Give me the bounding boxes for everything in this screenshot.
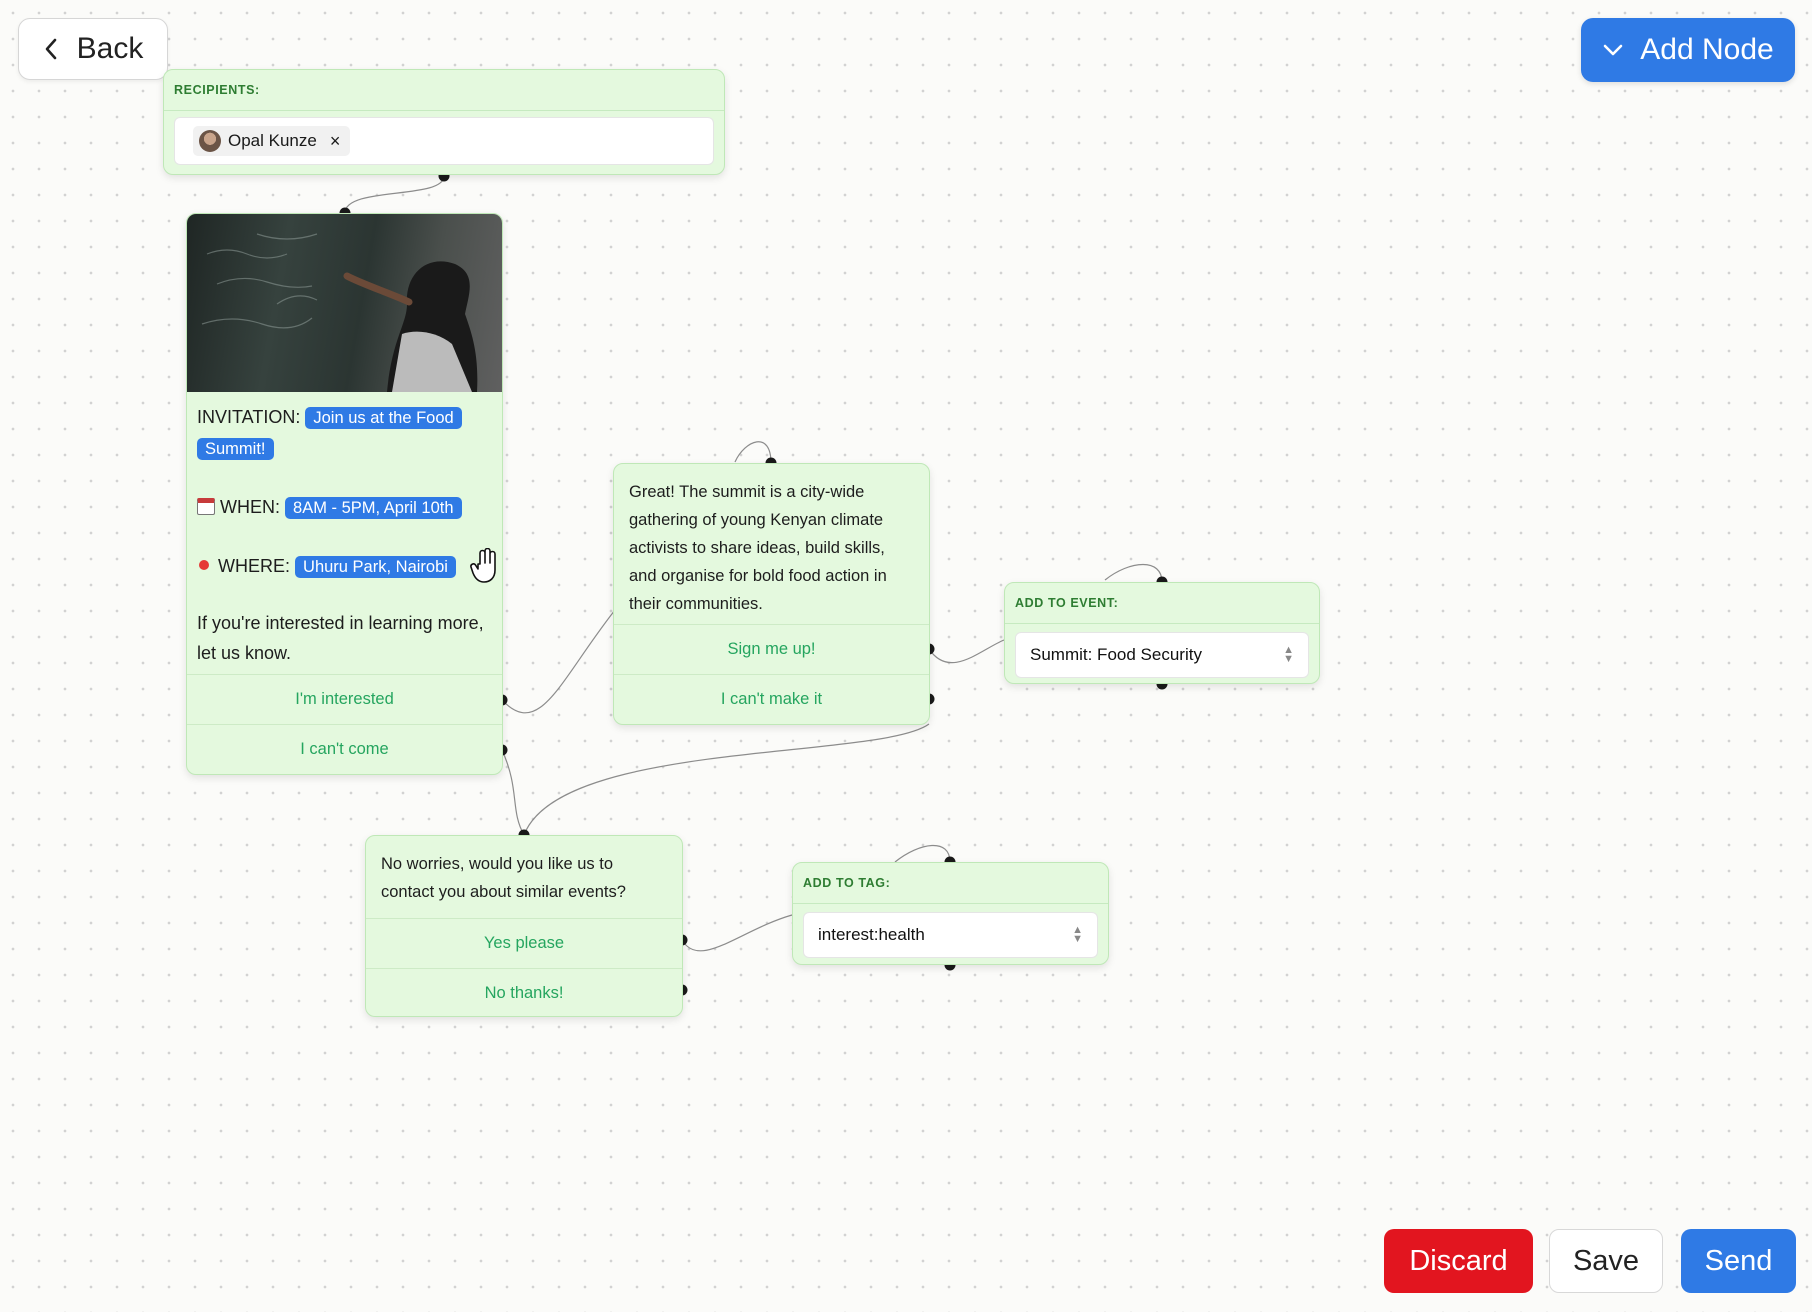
event-select[interactable]: Summit: Food Security ▲ ▼ <box>1015 632 1309 678</box>
send-label: Send <box>1704 1244 1773 1277</box>
option-cant-make-it[interactable]: I can't make it <box>614 674 929 724</box>
edge-yes-tag <box>681 914 793 952</box>
option-interested[interactable]: I'm interested <box>187 674 502 724</box>
add-node-button[interactable]: Add Node <box>1581 18 1795 82</box>
back-label: Back <box>76 32 144 65</box>
discard-button[interactable]: Discard <box>1384 1229 1533 1293</box>
followup-body: No worries, would you like us to contact… <box>381 855 626 901</box>
discard-label: Discard <box>1409 1244 1508 1277</box>
select-arrows-icon: ▲ ▼ <box>1072 924 1083 945</box>
chalkboard-photo <box>201 233 478 392</box>
edge-event-top <box>1104 563 1163 583</box>
invitation-line: INVITATION: Join us at the Food Summit! <box>197 402 492 464</box>
when-line: WHEN: 8AM - 5PM, April 10th <box>197 492 492 523</box>
invitation-body: INVITATION: Join us at the Food Summit! … <box>187 392 502 674</box>
when-label: WHEN: <box>220 497 281 517</box>
option-no-thanks[interactable]: No thanks! <box>366 968 682 1016</box>
tag-select[interactable]: interest:health ▲ ▼ <box>803 912 1098 958</box>
avatar <box>199 130 221 152</box>
option-sign-me-up[interactable]: Sign me up! <box>614 624 929 674</box>
tag-select-value: interest:health <box>818 925 925 944</box>
tag-header: ADD TO TAG: <box>793 863 1108 904</box>
add-node-label: Add Node <box>1640 33 1774 66</box>
where-value-tag[interactable]: Uhuru Park, Nairobi <box>295 556 456 578</box>
chevron-down-icon <box>1603 44 1623 56</box>
followup-node[interactable]: No worries, would you like us to contact… <box>365 835 683 1017</box>
edge-interested-summit <box>501 609 616 714</box>
recipients-node[interactable]: RECIPIENTS: Opal Kunze × <box>163 69 725 175</box>
invitation-text: If you're interested in learning more, l… <box>197 613 484 663</box>
calendar-icon <box>197 498 215 515</box>
event-header: ADD TO EVENT: <box>1005 583 1319 624</box>
edge-recipients-invitation <box>344 175 445 214</box>
save-button[interactable]: Save <box>1549 1229 1663 1293</box>
summit-body: Great! The summit is a city-wide gatheri… <box>629 483 887 613</box>
hand-cursor-icon <box>470 548 496 583</box>
option-cant-come[interactable]: I can't come <box>187 724 502 774</box>
where-label: WHERE: <box>218 556 291 576</box>
add-to-tag-node[interactable]: ADD TO TAG: interest:health ▲ ▼ <box>792 862 1109 965</box>
recipients-input[interactable]: Opal Kunze × <box>174 117 714 165</box>
edge-signup-event <box>928 639 1005 664</box>
back-button[interactable]: Back <box>18 18 168 80</box>
chevron-left-icon <box>45 38 56 60</box>
edge-cantcome-followup <box>501 749 525 836</box>
send-button[interactable]: Send <box>1681 1229 1796 1293</box>
where-line: WHERE: Uhuru Park, Nairobi <box>197 551 492 582</box>
event-select-value: Summit: Food Security <box>1030 645 1202 664</box>
remove-recipient-icon[interactable]: × <box>330 131 341 152</box>
select-arrows-icon: ▲ ▼ <box>1283 644 1294 665</box>
pin-icon <box>199 560 209 570</box>
recipients-header: RECIPIENTS: <box>164 70 724 111</box>
invitation-node[interactable]: INVITATION: Join us at the Food Summit! … <box>186 213 503 775</box>
recipient-name: Opal Kunze <box>228 131 317 150</box>
edge-summit-top <box>734 441 772 464</box>
edge-tag-top <box>894 844 951 863</box>
invitation-label: INVITATION: <box>197 407 301 427</box>
summit-node[interactable]: Great! The summit is a city-wide gatheri… <box>613 463 930 725</box>
recipient-chip: Opal Kunze × <box>193 126 351 156</box>
invitation-image <box>187 214 502 392</box>
when-value-tag[interactable]: 8AM - 5PM, April 10th <box>285 497 462 519</box>
edge-cantmake-followup <box>523 723 930 836</box>
option-yes-please[interactable]: Yes please <box>366 918 682 968</box>
add-to-event-node[interactable]: ADD TO EVENT: Summit: Food Security ▲ ▼ <box>1004 582 1320 684</box>
save-label: Save <box>1572 1244 1640 1277</box>
